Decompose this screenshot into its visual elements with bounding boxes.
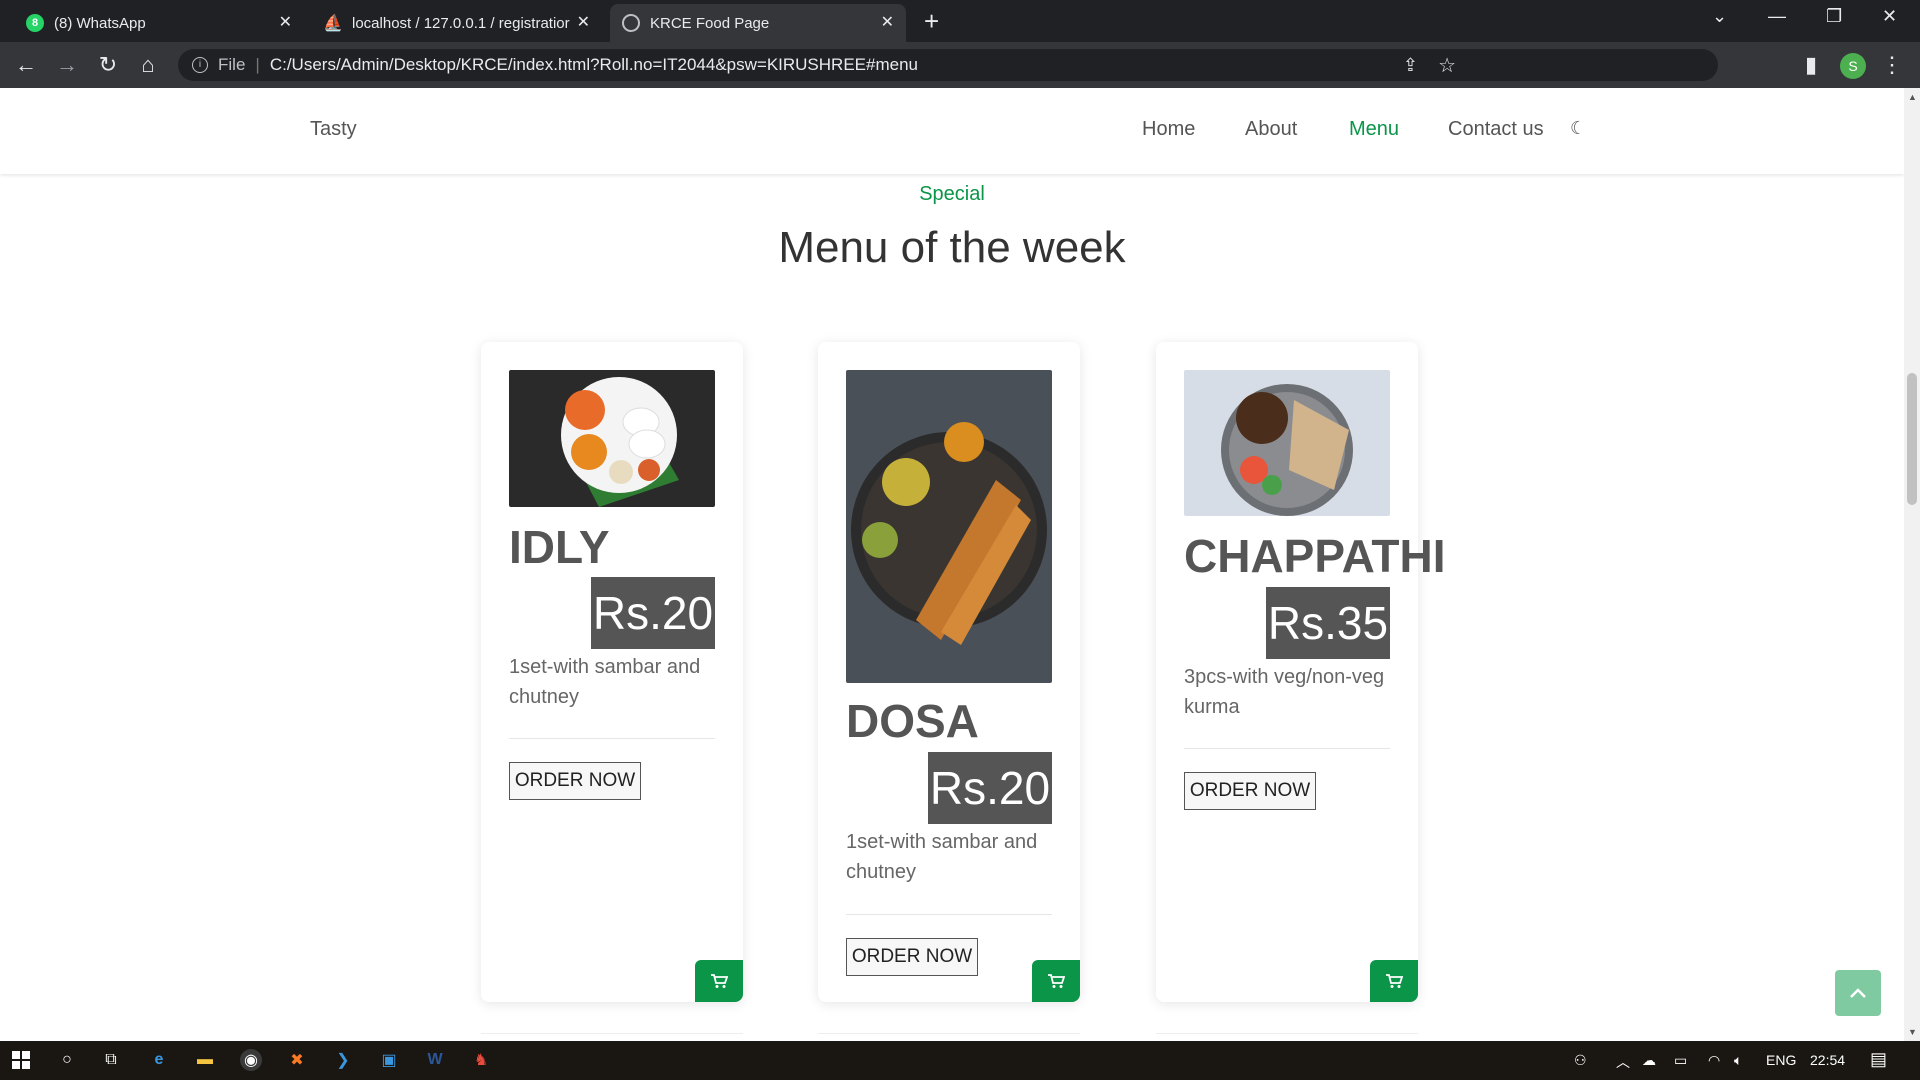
tab-krce-food-page[interactable]: KRCE Food Page ✕	[610, 4, 906, 42]
search-icon[interactable]: ○	[56, 1049, 78, 1071]
profile-avatar[interactable]: S	[1840, 53, 1866, 79]
order-now-button[interactable]: ORDER NOW	[1184, 772, 1316, 810]
divider	[1184, 748, 1390, 749]
side-panel-icon[interactable]: ▮	[1797, 52, 1825, 78]
cart-icon	[1048, 974, 1065, 988]
scroll-down-arrow-icon[interactable]: ▼	[1908, 1027, 1917, 1037]
chevron-up-icon	[1850, 988, 1866, 998]
menu-card-dosa: DOSA Rs.20 1set-with sambar and chutney …	[818, 342, 1080, 1002]
home-icon[interactable]: ⌂	[134, 52, 162, 78]
url-scheme-label: File	[218, 55, 246, 74]
menu-item-description: 3pcs-with veg/non-veg kurma	[1184, 666, 1385, 718]
menu-item-description: 1set-with sambar and chutney	[509, 656, 701, 708]
browser-tab-strip: 8 (8) WhatsApp ✕ ⛵ localhost / 127.0.0.1…	[0, 0, 1920, 42]
next-row-card-edge	[481, 1033, 743, 1041]
menu-card-idly: IDLY Rs.20 1set-with sambar and chutney …	[481, 342, 743, 1002]
menu-item-description: 1set-with sambar and chutney	[846, 831, 1038, 883]
windows-start-icon[interactable]	[10, 1049, 32, 1071]
wifi-icon[interactable]: ◠	[1708, 1052, 1720, 1069]
nav-contact[interactable]: Contact us	[1448, 118, 1544, 141]
url-separator: |	[255, 55, 260, 74]
url-text[interactable]: C:/Users/Admin/Desktop/KRCE/index.html?R…	[270, 55, 918, 75]
task-view-icon[interactable]: ⧉	[100, 1049, 122, 1071]
divider	[846, 914, 1052, 915]
next-row-card-edge	[1156, 1033, 1418, 1041]
close-window-button[interactable]: ✕	[1882, 6, 1897, 27]
back-icon[interactable]: ←	[12, 52, 40, 78]
menu-card-chappathi: CHAPPATHI Rs.35 3pcs-with veg/non-veg ku…	[1156, 342, 1446, 1002]
nav-about[interactable]: About	[1245, 118, 1297, 141]
edge-icon[interactable]: e	[148, 1049, 170, 1071]
app-icon[interactable]: ▣	[378, 1049, 400, 1071]
bookmark-star-icon[interactable]: ☆	[1438, 53, 1456, 78]
menu-item-price: Rs.20	[591, 577, 715, 649]
menu-item-name: CHAPPATHI	[1184, 530, 1446, 582]
people-icon[interactable]: ⚇	[1574, 1052, 1587, 1069]
file-explorer-icon[interactable]: ▬	[194, 1049, 216, 1071]
idly-image	[509, 370, 715, 507]
xampp-icon[interactable]: ✖	[286, 1049, 308, 1071]
dosa-image	[846, 370, 1052, 683]
add-to-cart-button[interactable]	[1370, 960, 1418, 1002]
order-now-button[interactable]: ORDER NOW	[846, 938, 978, 976]
word-icon[interactable]: W	[424, 1049, 446, 1071]
tab-search-icon[interactable]: ⌄	[1712, 6, 1727, 27]
reload-icon[interactable]: ↻	[94, 52, 122, 78]
next-row-card-edge	[818, 1033, 1080, 1041]
close-tab-icon[interactable]: ✕	[881, 12, 894, 32]
address-bar[interactable]: i File | C:/Users/Admin/Desktop/KRCE/ind…	[178, 49, 1718, 81]
globe-icon	[622, 14, 640, 32]
phpmyadmin-icon: ⛵	[323, 15, 343, 32]
back-to-top-button[interactable]	[1835, 970, 1881, 1016]
section-title: Menu of the week	[778, 223, 1126, 272]
add-to-cart-button[interactable]	[1032, 960, 1080, 1002]
battery-icon[interactable]: ▭	[1674, 1052, 1687, 1069]
volume-icon[interactable]: 🔈︎	[1734, 1052, 1742, 1069]
browser-toolbar: ← → ↻ ⌂ i File | C:/Users/Admin/Desktop/…	[0, 42, 1920, 88]
minimize-button[interactable]: —	[1768, 6, 1786, 27]
cart-icon	[711, 974, 728, 988]
tab-whatsapp[interactable]: 8 (8) WhatsApp ✕	[14, 4, 304, 42]
nav-home[interactable]: Home	[1142, 118, 1195, 141]
site-logo[interactable]: Tasty	[310, 118, 357, 141]
info-icon[interactable]: i	[192, 57, 208, 73]
vscode-icon[interactable]: ❯	[332, 1049, 354, 1071]
menu-item-price: Rs.20	[928, 752, 1052, 824]
menu-item-name: IDLY	[509, 521, 610, 573]
divider	[509, 738, 715, 739]
show-hidden-icons-icon[interactable]: ︿	[1616, 1052, 1630, 1072]
windows-taskbar: ○ ⧉ e ▬ ◉ ✖ ❯ ▣ W ♞ ⚇ ︿ ☁ ▭ ◠ 🔈︎ ENG 22:…	[0, 1041, 1920, 1080]
forward-icon[interactable]: →	[53, 52, 81, 78]
add-to-cart-button[interactable]	[695, 960, 743, 1002]
menu-kebab-icon[interactable]: ⋮	[1878, 52, 1906, 78]
restore-button[interactable]: ❐	[1826, 6, 1842, 27]
menu-item-name: DOSA	[846, 695, 979, 747]
order-now-button[interactable]: ORDER NOW	[509, 762, 641, 800]
web-page: Tasty Home About Menu Contact us ☾ Speci…	[0, 88, 1904, 1041]
site-header: Tasty Home About Menu Contact us ☾	[0, 88, 1904, 174]
notifications-icon[interactable]: ▤	[1870, 1049, 1887, 1070]
nav-menu[interactable]: Menu	[1349, 118, 1399, 141]
section-eyebrow: Special	[919, 183, 985, 205]
chappathi-image	[1184, 370, 1390, 516]
chrome-icon[interactable]: ◉	[240, 1049, 262, 1071]
menu-item-price: Rs.35	[1266, 587, 1390, 659]
tab-phpmyadmin[interactable]: ⛵ localhost / 127.0.0.1 / registratior ✕	[312, 4, 602, 42]
close-tab-icon[interactable]: ✕	[279, 12, 292, 32]
scrollbar-thumb[interactable]	[1907, 373, 1917, 505]
new-tab-button[interactable]: +	[924, 6, 939, 36]
cart-icon	[1386, 974, 1403, 988]
share-icon[interactable]: ⇪	[1403, 55, 1418, 76]
dark-mode-toggle-icon[interactable]: ☾	[1570, 118, 1586, 139]
onedrive-icon[interactable]: ☁	[1642, 1052, 1656, 1069]
close-tab-icon[interactable]: ✕	[577, 12, 590, 32]
language-indicator[interactable]: ENG	[1766, 1052, 1796, 1068]
clock[interactable]: 22:54	[1810, 1052, 1845, 1068]
app-icon[interactable]: ♞	[470, 1049, 492, 1071]
scroll-up-arrow-icon[interactable]: ▲	[1908, 92, 1917, 102]
page-scrollbar[interactable]: ▲ ▼	[1904, 88, 1920, 1041]
whatsapp-icon: 8	[26, 14, 44, 32]
